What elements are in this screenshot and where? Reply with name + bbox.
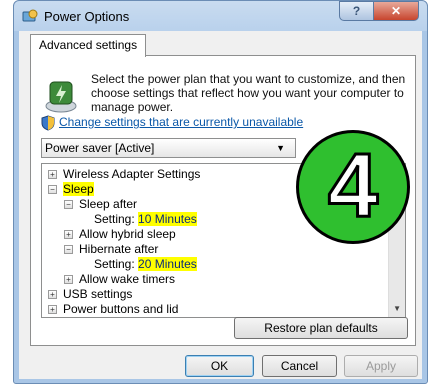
- shield-icon: [41, 115, 55, 131]
- restore-defaults-button[interactable]: Restore plan defaults: [234, 317, 408, 339]
- collapse-icon[interactable]: −: [48, 185, 57, 194]
- tree-item-wake-timers[interactable]: + Allow wake timers: [64, 272, 175, 287]
- power-plan-icon: [45, 81, 77, 113]
- sleep-after-value[interactable]: 10 Minutes: [138, 212, 197, 226]
- tree-item-sleep[interactable]: − Sleep: [48, 182, 94, 197]
- step-number-badge: 4: [296, 130, 410, 244]
- collapse-icon[interactable]: −: [64, 200, 73, 209]
- expand-icon[interactable]: +: [64, 275, 73, 284]
- expand-icon[interactable]: +: [48, 305, 57, 314]
- chevron-down-icon: ▼: [276, 143, 285, 153]
- expand-icon[interactable]: +: [48, 170, 57, 179]
- tree-item-power-buttons[interactable]: + Power buttons and lid: [48, 302, 178, 317]
- cancel-button[interactable]: Cancel: [262, 355, 337, 377]
- tree-item-sleep-after[interactable]: − Sleep after: [64, 197, 137, 212]
- window-title: Power Options: [44, 9, 130, 24]
- apply-button[interactable]: Apply: [344, 355, 418, 377]
- tree-item-hibernate-setting[interactable]: Setting: 20 Minutes: [94, 257, 197, 272]
- ok-button[interactable]: OK: [185, 355, 254, 377]
- power-plan-select-value: Power saver [Active]: [45, 141, 155, 155]
- expand-icon[interactable]: +: [48, 290, 57, 299]
- help-button[interactable]: ?: [339, 1, 374, 21]
- expand-icon[interactable]: +: [64, 230, 73, 239]
- tree-item-hibernate-after[interactable]: − Hibernate after: [64, 242, 158, 257]
- tree-item-usb[interactable]: + USB settings: [48, 287, 132, 302]
- change-settings-link[interactable]: Change settings that are currently unava…: [59, 115, 303, 129]
- tree-item-wireless[interactable]: + Wireless Adapter Settings: [48, 167, 200, 182]
- tab-advanced-settings[interactable]: Advanced settings: [30, 34, 147, 57]
- tree-item-sleep-setting[interactable]: Setting: 10 Minutes: [94, 212, 197, 227]
- title-bar[interactable]: Power Options ? ✕: [14, 1, 427, 31]
- power-options-icon: [22, 9, 38, 22]
- collapse-icon[interactable]: −: [64, 245, 73, 254]
- close-button[interactable]: ✕: [373, 1, 419, 21]
- scroll-down-icon[interactable]: ▼: [393, 304, 401, 313]
- plan-description: Select the power plan that you want to c…: [91, 72, 406, 114]
- tree-item-hybrid-sleep[interactable]: + Allow hybrid sleep: [64, 227, 176, 242]
- step-number: 4: [326, 135, 379, 238]
- hibernate-after-value[interactable]: 20 Minutes: [138, 257, 197, 271]
- power-plan-select[interactable]: Power saver [Active] ▼: [41, 138, 296, 158]
